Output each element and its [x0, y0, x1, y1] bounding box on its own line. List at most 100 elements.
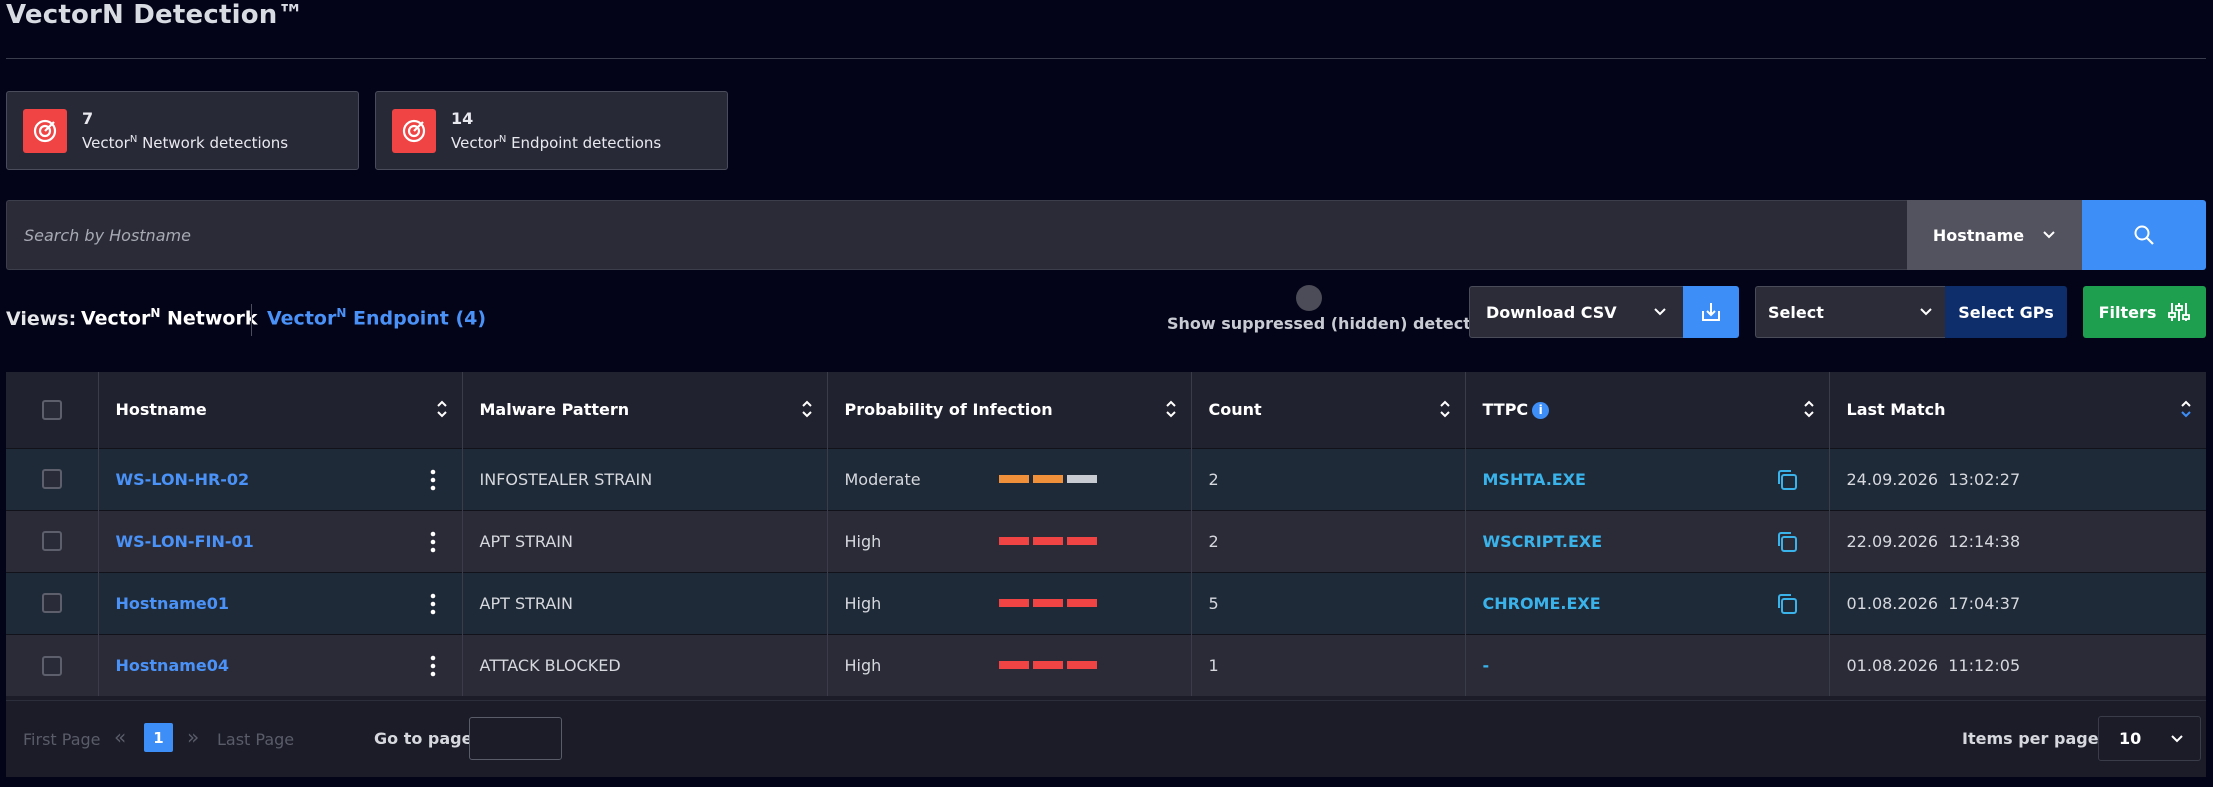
select-all-cell	[6, 372, 99, 448]
download-format-value: Download CSV	[1486, 302, 1617, 322]
probability-cell: High	[827, 572, 1192, 634]
col-header-probability[interactable]: Probability of Infection	[827, 372, 1192, 448]
hostname-link[interactable]: Hostname01	[116, 594, 230, 613]
probability-bar-segment	[1032, 660, 1063, 669]
hostname-cell: Hostname04	[98, 634, 463, 696]
kebab-icon[interactable]	[430, 531, 436, 553]
hostname-cell: WS-LON-FIN-01	[98, 510, 463, 572]
probability-bar-segment	[1032, 474, 1063, 483]
chevron-down-icon	[2171, 734, 2183, 742]
items-per-page-select[interactable]: 10	[2098, 716, 2201, 761]
malware-pattern-cell: INFOSTEALER STRAIN	[462, 448, 828, 510]
endpoint-detections-count: 14	[451, 109, 474, 128]
row-checkbox[interactable]	[41, 655, 62, 676]
copy-icon[interactable]	[1775, 592, 1799, 616]
col-header-hostname[interactable]: Hostname	[98, 372, 463, 448]
download-format-select[interactable]: Download CSV	[1469, 286, 1683, 338]
row-select-cell	[6, 572, 99, 634]
last-match-cell: 01.08.2026 17:04:37	[1846, 593, 2021, 613]
sort-icon[interactable]	[801, 398, 813, 420]
sort-icon[interactable]	[436, 398, 448, 420]
probability-bar-segment	[998, 474, 1029, 483]
endpoint-detections-card[interactable]: 14 VectorN Endpoint detections	[375, 91, 728, 170]
copy-icon[interactable]	[1775, 468, 1799, 492]
kebab-icon[interactable]	[430, 469, 436, 491]
title-divider	[6, 58, 2206, 59]
count-cell: 1	[1191, 634, 1466, 696]
goto-page-input[interactable]	[469, 717, 562, 760]
last-match-cell: 22.09.2026 12:14:38	[1846, 531, 2021, 551]
chevron-down-icon	[2043, 231, 2055, 239]
count-cell: 2	[1191, 448, 1466, 510]
network-detections-card[interactable]: 7 VectorN Network detections	[6, 91, 359, 170]
probability-bar	[998, 598, 1097, 607]
table-row[interactable]: WS-LON-FIN-01 APT STRAIN High 2 WSCRIPT.EXE 2…	[6, 510, 2206, 572]
select-gps-button[interactable]: Select GPs	[1945, 286, 2067, 338]
suppressed-toggle[interactable]	[1296, 285, 1322, 311]
filters-label: Filters	[2098, 302, 2157, 322]
search-button[interactable]	[2082, 200, 2206, 270]
table-row[interactable]: WS-LON-HR-02 INFOSTEALER STRAIN Moderate 2 M…	[6, 448, 2206, 510]
probability-bar-segment	[1066, 598, 1097, 607]
sort-icon[interactable]	[1803, 398, 1815, 420]
view-tab-network[interactable]: VectorN Network	[81, 306, 257, 329]
col-header-ttpc[interactable]: TTPC i	[1465, 372, 1830, 448]
ttpc-link[interactable]: MSHTA.EXE	[1483, 470, 1586, 489]
col-header-count[interactable]: Count	[1191, 372, 1466, 448]
hostname-link[interactable]: WS-LON-FIN-01	[116, 532, 254, 551]
chevron-down-icon	[1920, 308, 1932, 316]
ttpc-link[interactable]: -	[1483, 656, 1490, 675]
sort-icon[interactable]	[1165, 398, 1177, 420]
kebab-icon[interactable]	[430, 593, 436, 615]
probability-cell: High	[827, 634, 1192, 696]
filters-button[interactable]: Filters	[2083, 286, 2206, 338]
hostname-link[interactable]: Hostname04	[116, 656, 230, 675]
last-match-cell: 24.09.2026 13:02:27	[1846, 469, 2021, 489]
probability-label: High	[844, 531, 882, 551]
first-page-link[interactable]: First Page	[23, 730, 101, 749]
probability-bar-segment	[998, 598, 1029, 607]
row-checkbox[interactable]	[41, 531, 62, 552]
probability-label: High	[844, 593, 882, 613]
row-checkbox[interactable]	[41, 593, 62, 614]
search-input[interactable]	[6, 200, 1907, 270]
table-row[interactable]: Hostname04 ATTACK BLOCKED High 1- 01.08.2026…	[6, 634, 2206, 696]
last-page-link[interactable]: Last Page	[217, 730, 294, 749]
network-detections-label: VectorN Network detections	[82, 134, 289, 152]
ttpc-link[interactable]: WSCRIPT.EXE	[1483, 532, 1603, 551]
search-field-select[interactable]: Hostname	[1907, 200, 2082, 270]
probability-bar-segment	[1066, 474, 1097, 483]
probability-cell: Moderate	[827, 448, 1192, 510]
malware-pattern-cell: ATTACK BLOCKED	[462, 634, 828, 696]
page-title: VectorN Detection™	[6, 0, 304, 30]
row-select-cell	[6, 448, 99, 510]
kebab-icon[interactable]	[430, 655, 436, 677]
probability-cell: High	[827, 510, 1192, 572]
ttpc-link[interactable]: CHROME.EXE	[1483, 594, 1601, 613]
table-row[interactable]: Hostname01 APT STRAIN High 5 CHROME.EXE 01.08…	[6, 572, 2206, 634]
target-icon	[392, 108, 436, 153]
gp-select[interactable]: Select	[1755, 286, 1945, 338]
search-field-value: Hostname	[1932, 225, 2025, 245]
info-icon[interactable]: i	[1532, 402, 1550, 420]
current-page[interactable]: 1	[144, 723, 173, 752]
row-checkbox[interactable]	[41, 469, 62, 490]
prev-page-icon[interactable]: «	[114, 725, 126, 749]
sort-icon[interactable]	[2180, 398, 2192, 420]
probability-bar	[998, 536, 1097, 545]
hostname-link[interactable]: WS-LON-HR-02	[116, 470, 250, 489]
select-all-checkbox[interactable]	[41, 400, 62, 420]
sort-icon[interactable]	[1439, 398, 1451, 420]
views-divider	[251, 304, 252, 336]
sliders-icon	[2168, 303, 2191, 321]
last-match-cell: 01.08.2026 11:12:05	[1846, 655, 2021, 675]
view-tab-endpoint[interactable]: VectorN Endpoint (4)	[267, 306, 486, 329]
table-header-row: Hostname Malware Pattern Probability of …	[6, 372, 2206, 448]
col-header-malware-pattern[interactable]: Malware Pattern	[462, 372, 828, 448]
download-button[interactable]	[1683, 286, 1739, 338]
copy-icon[interactable]	[1775, 530, 1799, 554]
next-page-icon[interactable]: »	[187, 725, 199, 749]
col-header-last-match[interactable]: Last Match	[1829, 372, 2206, 448]
row-select-cell	[6, 510, 99, 572]
items-per-page-label: Items per page:	[1962, 729, 2105, 748]
